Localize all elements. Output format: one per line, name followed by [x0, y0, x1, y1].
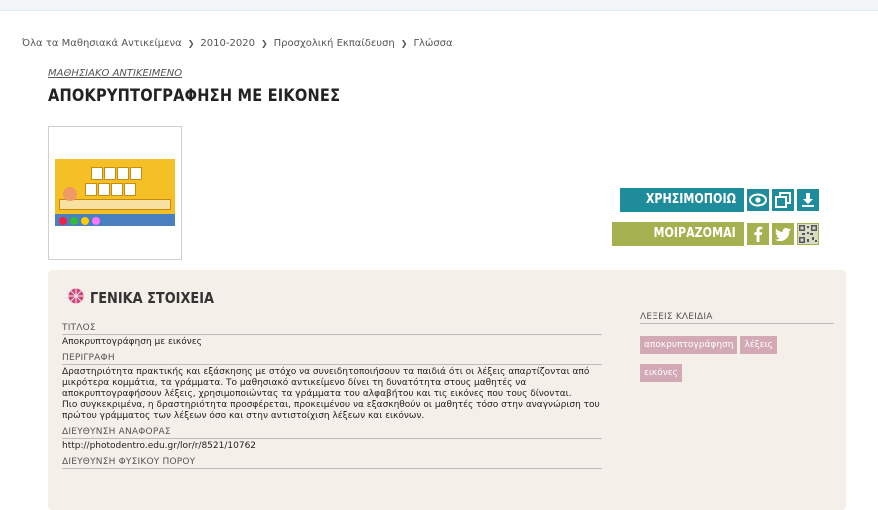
- title-value: Αποκρυπτογράφηση με εικόνες: [62, 337, 202, 347]
- segmented-circle-icon: [68, 288, 84, 308]
- twitter-icon[interactable]: [772, 223, 794, 245]
- qr-code-icon[interactable]: [797, 223, 819, 245]
- copy-icon[interactable]: [772, 189, 794, 211]
- object-type-label: ΜΑΘΗΣΙΑΚΟ ΑΝΤΙΚΕΙΜΕΝΟ: [48, 68, 183, 79]
- thumbnail-image: [55, 159, 175, 226]
- top-bar: [0, 0, 878, 11]
- page-title: ΑΠΟΚΡΥΠΤΟΓΡΑΦΗΣΗ ΜΕ ΕΙΚΟΝΕΣ: [48, 86, 341, 106]
- thumbnail-frame[interactable]: [48, 126, 182, 260]
- breadcrumb-separator-icon: ❯: [400, 39, 408, 48]
- keyword-tag[interactable]: εικόνες: [640, 364, 682, 382]
- reference-address-link[interactable]: http://photodentro.edu.gr/lor/r/8521/107…: [62, 441, 602, 452]
- breadcrumb-link-subject[interactable]: Γλώσσα: [413, 38, 452, 49]
- keywords-heading: ΛΕΞΕΙΣ ΚΛΕΙΔΙΑ: [640, 312, 834, 324]
- keyword-tag[interactable]: λέξεις: [740, 336, 777, 354]
- general-info-panel: ΓΕΝΙΚΑ ΣΤΟΙΧΕΙΑ ΤΙΤΛΟΣ Αποκρυπτογράφηση …: [48, 270, 846, 510]
- description-paragraph-2: Πιο συγκεκριμένα, η δραστηριότητα προσφέ…: [62, 400, 600, 421]
- breadcrumb-separator-icon: ❯: [187, 39, 195, 48]
- keyword-tag[interactable]: αποκρυπτογράφηση: [640, 336, 738, 354]
- facebook-icon[interactable]: [747, 223, 769, 245]
- breadcrumb-link-period[interactable]: 2010-2020: [200, 38, 255, 49]
- share-actions: ΜΟΙΡΑΖΟΜΑΙ: [612, 222, 819, 246]
- general-fields: ΤΙΤΛΟΣ Αποκρυπτογράφηση με εικόνες ΠΕΡΙΓ…: [62, 318, 602, 469]
- description-paragraph-1: Δραστηριότητα πρακτικής και εξάσκησης με…: [62, 367, 590, 399]
- section-heading: ΓΕΝΙΚΑ ΣΤΟΙΧΕΙΑ: [68, 288, 234, 308]
- use-button[interactable]: ΧΡΗΣΙΜΟΠΟΙΩ: [620, 188, 744, 212]
- description-label: ΠΕΡΙΓΡΑΦΗ: [62, 353, 602, 365]
- use-actions: ΧΡΗΣΙΜΟΠΟΙΩ: [620, 188, 819, 212]
- download-icon[interactable]: [797, 189, 819, 211]
- breadcrumb-link-level[interactable]: Προσχολική Εκπαίδευση: [274, 38, 395, 49]
- eye-icon[interactable]: [747, 189, 769, 211]
- physical-resource-label: ΔΙΕΥΘΥΝΣΗ ΦΥΣΙΚΟΥ ΠΟΡΟΥ: [62, 457, 602, 469]
- breadcrumb-separator-icon: ❯: [260, 39, 268, 48]
- share-button[interactable]: ΜΟΙΡΑΖΟΜΑΙ: [612, 222, 744, 246]
- keywords-list: αποκρυπτογράφηση λέξεις εικόνες: [640, 332, 840, 388]
- breadcrumb-link-all[interactable]: Όλα τα Μαθησιακά Αντικείμενα: [22, 38, 182, 49]
- breadcrumb: Όλα τα Μαθησιακά Αντικείμενα ❯ 2010-2020 ❯ Π…: [22, 38, 453, 49]
- title-label: ΤΙΤΛΟΣ: [62, 323, 602, 335]
- reference-address-label: ΔΙΕΥΘΥΝΣΗ ΑΝΑΦΟΡΑΣ: [62, 427, 602, 439]
